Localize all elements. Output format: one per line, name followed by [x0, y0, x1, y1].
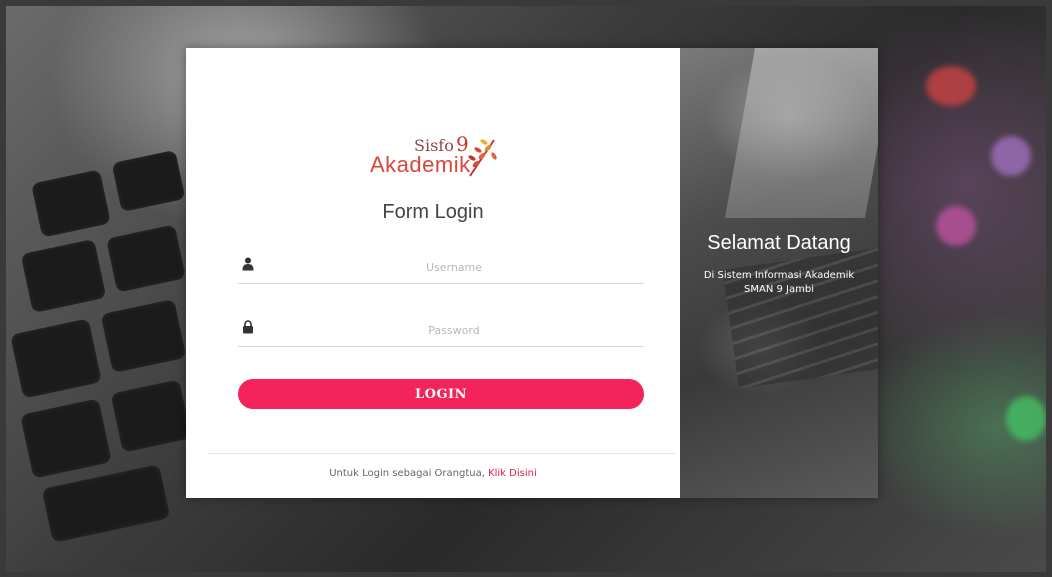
- password-field: [238, 316, 648, 347]
- logo-akademik-text: Akademik: [370, 152, 471, 177]
- welcome-line-1: Di Sistem Informasi Akademik: [703, 270, 855, 281]
- parent-login-link[interactable]: Klik Disini: [488, 468, 537, 479]
- keyboard-key: [41, 464, 171, 543]
- app-icon-blur: [936, 206, 976, 246]
- keyboard-key: [110, 379, 192, 453]
- keyboard-key: [20, 398, 112, 479]
- password-input[interactable]: [260, 316, 648, 344]
- laptop-photo: [725, 48, 878, 218]
- footer-divider: [208, 453, 676, 454]
- username-input[interactable]: [260, 253, 648, 281]
- welcome-title: Selamat Datang: [707, 232, 851, 254]
- parent-login-text: Untuk Login sebagai Orangtua,: [329, 468, 485, 479]
- user-icon: [242, 257, 254, 271]
- keyboard-key: [100, 298, 187, 374]
- keyboard-key: [20, 238, 107, 314]
- username-field: [238, 253, 648, 284]
- welcome-line-2: SMAN 9 Jambi: [744, 284, 814, 295]
- welcome-panel: Selamat Datang Di Sistem Informasi Akade…: [680, 48, 878, 498]
- form-title: Form Login: [382, 201, 484, 223]
- keyboard-key: [106, 224, 186, 293]
- keyboard-key: [31, 169, 111, 238]
- keyboard-key: [10, 318, 102, 399]
- lock-icon: [243, 320, 253, 334]
- app-icon-blur: [926, 66, 976, 106]
- app-icon-blur: [991, 136, 1031, 176]
- sisfo-akademik-logo: Sisfo 9 Akademik: [342, 132, 512, 188]
- parent-login-note: Untuk Login sebagai Orangtua, Klik Disin…: [186, 468, 680, 479]
- login-card: Sisfo 9 Akademik Form Login Username LOG…: [186, 48, 878, 498]
- wheat-icon: [468, 139, 497, 177]
- keyboard-key: [111, 149, 186, 213]
- login-button[interactable]: LOGIN: [238, 379, 644, 409]
- app-icon-blur: [1006, 396, 1046, 441]
- welcome-subtitle: Di Sistem Informasi Akademik SMAN 9 Jamb…: [688, 269, 870, 297]
- login-form-panel: Sisfo 9 Akademik Form Login Username LOG…: [186, 48, 680, 498]
